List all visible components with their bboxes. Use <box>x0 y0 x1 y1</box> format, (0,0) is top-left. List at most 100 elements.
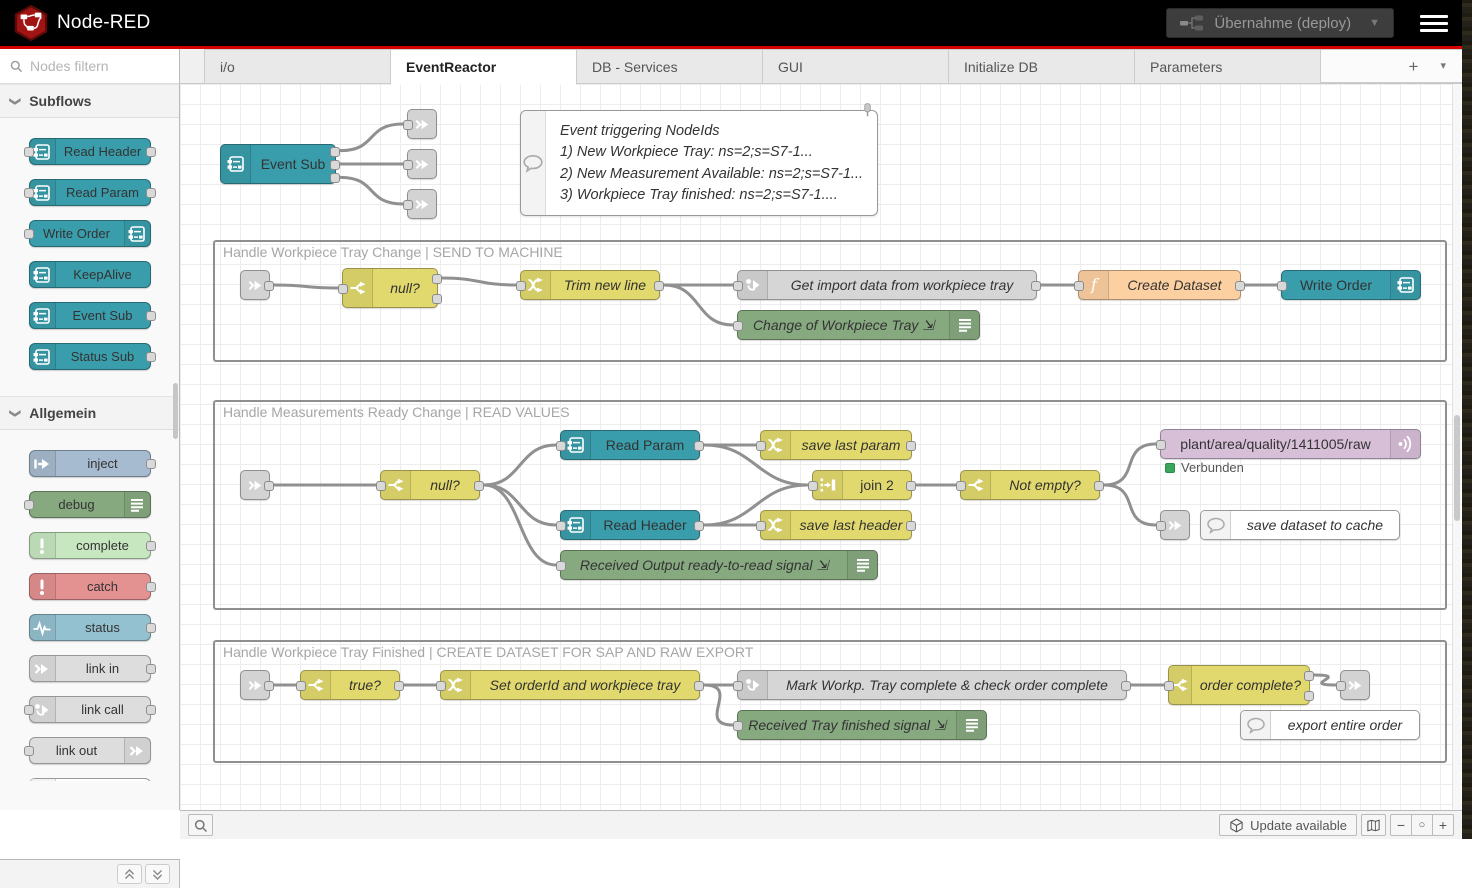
output-port[interactable] <box>330 160 340 170</box>
node-read-param[interactable]: Read Param <box>560 430 700 460</box>
palette-node-event-sub[interactable]: Event Sub <box>29 302 151 329</box>
node-not-empty[interactable]: Not empty? <box>960 470 1100 500</box>
output-port[interactable] <box>146 664 156 674</box>
deploy-button[interactable]: Übernahme (deploy) ▼ <box>1166 8 1394 38</box>
input-port[interactable] <box>1164 681 1174 691</box>
output-port[interactable] <box>694 441 704 451</box>
input-port[interactable] <box>403 120 413 130</box>
output-port[interactable] <box>146 623 156 633</box>
palette-node-status-sub[interactable]: Status Sub <box>29 343 151 370</box>
output-port[interactable] <box>146 705 156 715</box>
tab-db-services[interactable]: DB - Services <box>576 49 763 84</box>
palette-node-write-order[interactable]: Write Order <box>29 220 151 247</box>
input-port[interactable] <box>376 481 386 491</box>
output-port[interactable] <box>474 481 484 491</box>
node-trim-new-line[interactable]: Trim new line <box>520 270 660 300</box>
node-link-b[interactable] <box>407 149 437 179</box>
zoom-out-button[interactable]: − <box>1390 814 1412 836</box>
palette-node-link-call[interactable]: link call <box>29 696 151 723</box>
output-port[interactable] <box>906 481 916 491</box>
output-port[interactable] <box>264 481 274 491</box>
add-flow-button[interactable]: + <box>1409 58 1419 75</box>
input-port[interactable] <box>296 681 306 691</box>
canvas-search-button[interactable] <box>188 814 213 836</box>
update-available-button[interactable]: Update available <box>1219 814 1357 836</box>
output-port[interactable] <box>906 521 916 531</box>
input-port[interactable] <box>1156 521 1166 531</box>
node-create-dataset[interactable]: fCreate Dataset <box>1078 270 1241 300</box>
node-write-order[interactable]: Write Order <box>1281 270 1421 300</box>
node-save-dataset-to-cache[interactable]: save dataset to cache <box>1200 510 1400 540</box>
output-port[interactable] <box>264 281 274 291</box>
tab-parameters[interactable]: Parameters <box>1134 49 1321 84</box>
input-port[interactable] <box>1156 440 1166 450</box>
input-port[interactable] <box>436 681 446 691</box>
wire[interactable] <box>340 177 403 204</box>
zoom-reset-button[interactable]: ○ <box>1411 814 1433 836</box>
input-port[interactable] <box>338 284 348 294</box>
node-null[interactable]: null? <box>342 268 438 308</box>
input-port[interactable] <box>24 229 34 239</box>
input-port[interactable] <box>516 281 526 291</box>
input-port[interactable] <box>24 500 34 510</box>
node-save-last-param[interactable]: save last param <box>760 430 912 460</box>
output-port[interactable] <box>1121 681 1131 691</box>
node-read-header[interactable]: Read Header <box>560 510 700 540</box>
output-port[interactable] <box>264 681 274 691</box>
output-port[interactable] <box>146 147 156 157</box>
output-port[interactable] <box>1031 281 1041 291</box>
input-port[interactable] <box>556 441 566 451</box>
input-port[interactable] <box>733 321 743 331</box>
node-li3[interactable] <box>240 670 270 700</box>
palette-search-input[interactable] <box>30 58 160 74</box>
palette-node-debug[interactable]: debug <box>29 491 151 518</box>
output-port[interactable] <box>694 681 704 691</box>
input-port[interactable] <box>403 200 413 210</box>
zoom-in-button[interactable]: + <box>1432 814 1454 836</box>
node-get-import-data-from-workpiece-tray[interactable]: Get import data from workpiece tray <box>737 270 1037 300</box>
output-port[interactable] <box>1304 691 1314 701</box>
node-plant-area-quality-1411005-raw[interactable]: plant/area/quality/1411005/raw <box>1160 429 1421 459</box>
output-port[interactable] <box>146 188 156 198</box>
output-port[interactable] <box>1094 481 1104 491</box>
palette-node-link-in[interactable]: link in <box>29 655 151 682</box>
node-link-a[interactable] <box>407 109 437 139</box>
palette-node-status[interactable]: status <box>29 614 151 641</box>
palette-node-inject[interactable]: inject <box>29 450 151 477</box>
input-port[interactable] <box>1336 681 1346 691</box>
node-received-tray-finished-signal[interactable]: Received Tray finished signal ⇲ <box>737 710 987 740</box>
node-order-complete[interactable]: order complete? <box>1168 665 1310 705</box>
minimap-toggle-button[interactable] <box>1361 814 1386 836</box>
palette-node-read-param[interactable]: Read Param <box>29 179 151 206</box>
input-port[interactable] <box>556 521 566 531</box>
input-port[interactable] <box>556 561 566 571</box>
output-port[interactable] <box>432 294 442 304</box>
node-true[interactable]: true? <box>300 670 400 700</box>
node-li2[interactable] <box>240 470 270 500</box>
node-event-sub[interactable]: Event Sub <box>220 144 336 184</box>
output-port[interactable] <box>146 459 156 469</box>
node-received-output-ready-to-read-signal[interactable]: Received Output ready-to-read signal ⇲ <box>560 550 878 580</box>
node-mark-workp-tray-complete-check-order-com[interactable]: Mark Workp. Tray complete & check order … <box>737 670 1127 700</box>
flow-canvas[interactable]: Handle Workpiece Tray Change | SEND TO M… <box>180 84 1462 810</box>
palette-category-subflows[interactable]: ❯Subflows <box>0 84 179 118</box>
node-lo3[interactable] <box>1340 670 1370 700</box>
input-port[interactable] <box>756 441 766 451</box>
node-lo2[interactable] <box>1160 510 1190 540</box>
palette-collapse-categories-button[interactable] <box>117 864 142 884</box>
node-export-entire-order[interactable]: export entire order <box>1240 710 1420 740</box>
node-change-of-workpiece-tray[interactable]: Change of Workpiece Tray ⇲ <box>737 310 980 340</box>
input-port[interactable] <box>808 481 818 491</box>
output-port[interactable] <box>146 541 156 551</box>
output-port[interactable] <box>694 521 704 531</box>
input-port[interactable] <box>1074 281 1084 291</box>
node-null[interactable]: null? <box>380 470 480 500</box>
tab-i-o[interactable]: i/o <box>204 49 391 84</box>
input-port[interactable] <box>733 721 743 731</box>
palette-node-keepalive[interactable]: KeepAlive <box>29 261 151 288</box>
flow-list-button[interactable]: ▾ <box>1440 61 1446 72</box>
output-port[interactable] <box>654 281 664 291</box>
palette-node-read-header[interactable]: Read Header <box>29 138 151 165</box>
input-port[interactable] <box>24 147 34 157</box>
palette-node-complete[interactable]: complete <box>29 532 151 559</box>
